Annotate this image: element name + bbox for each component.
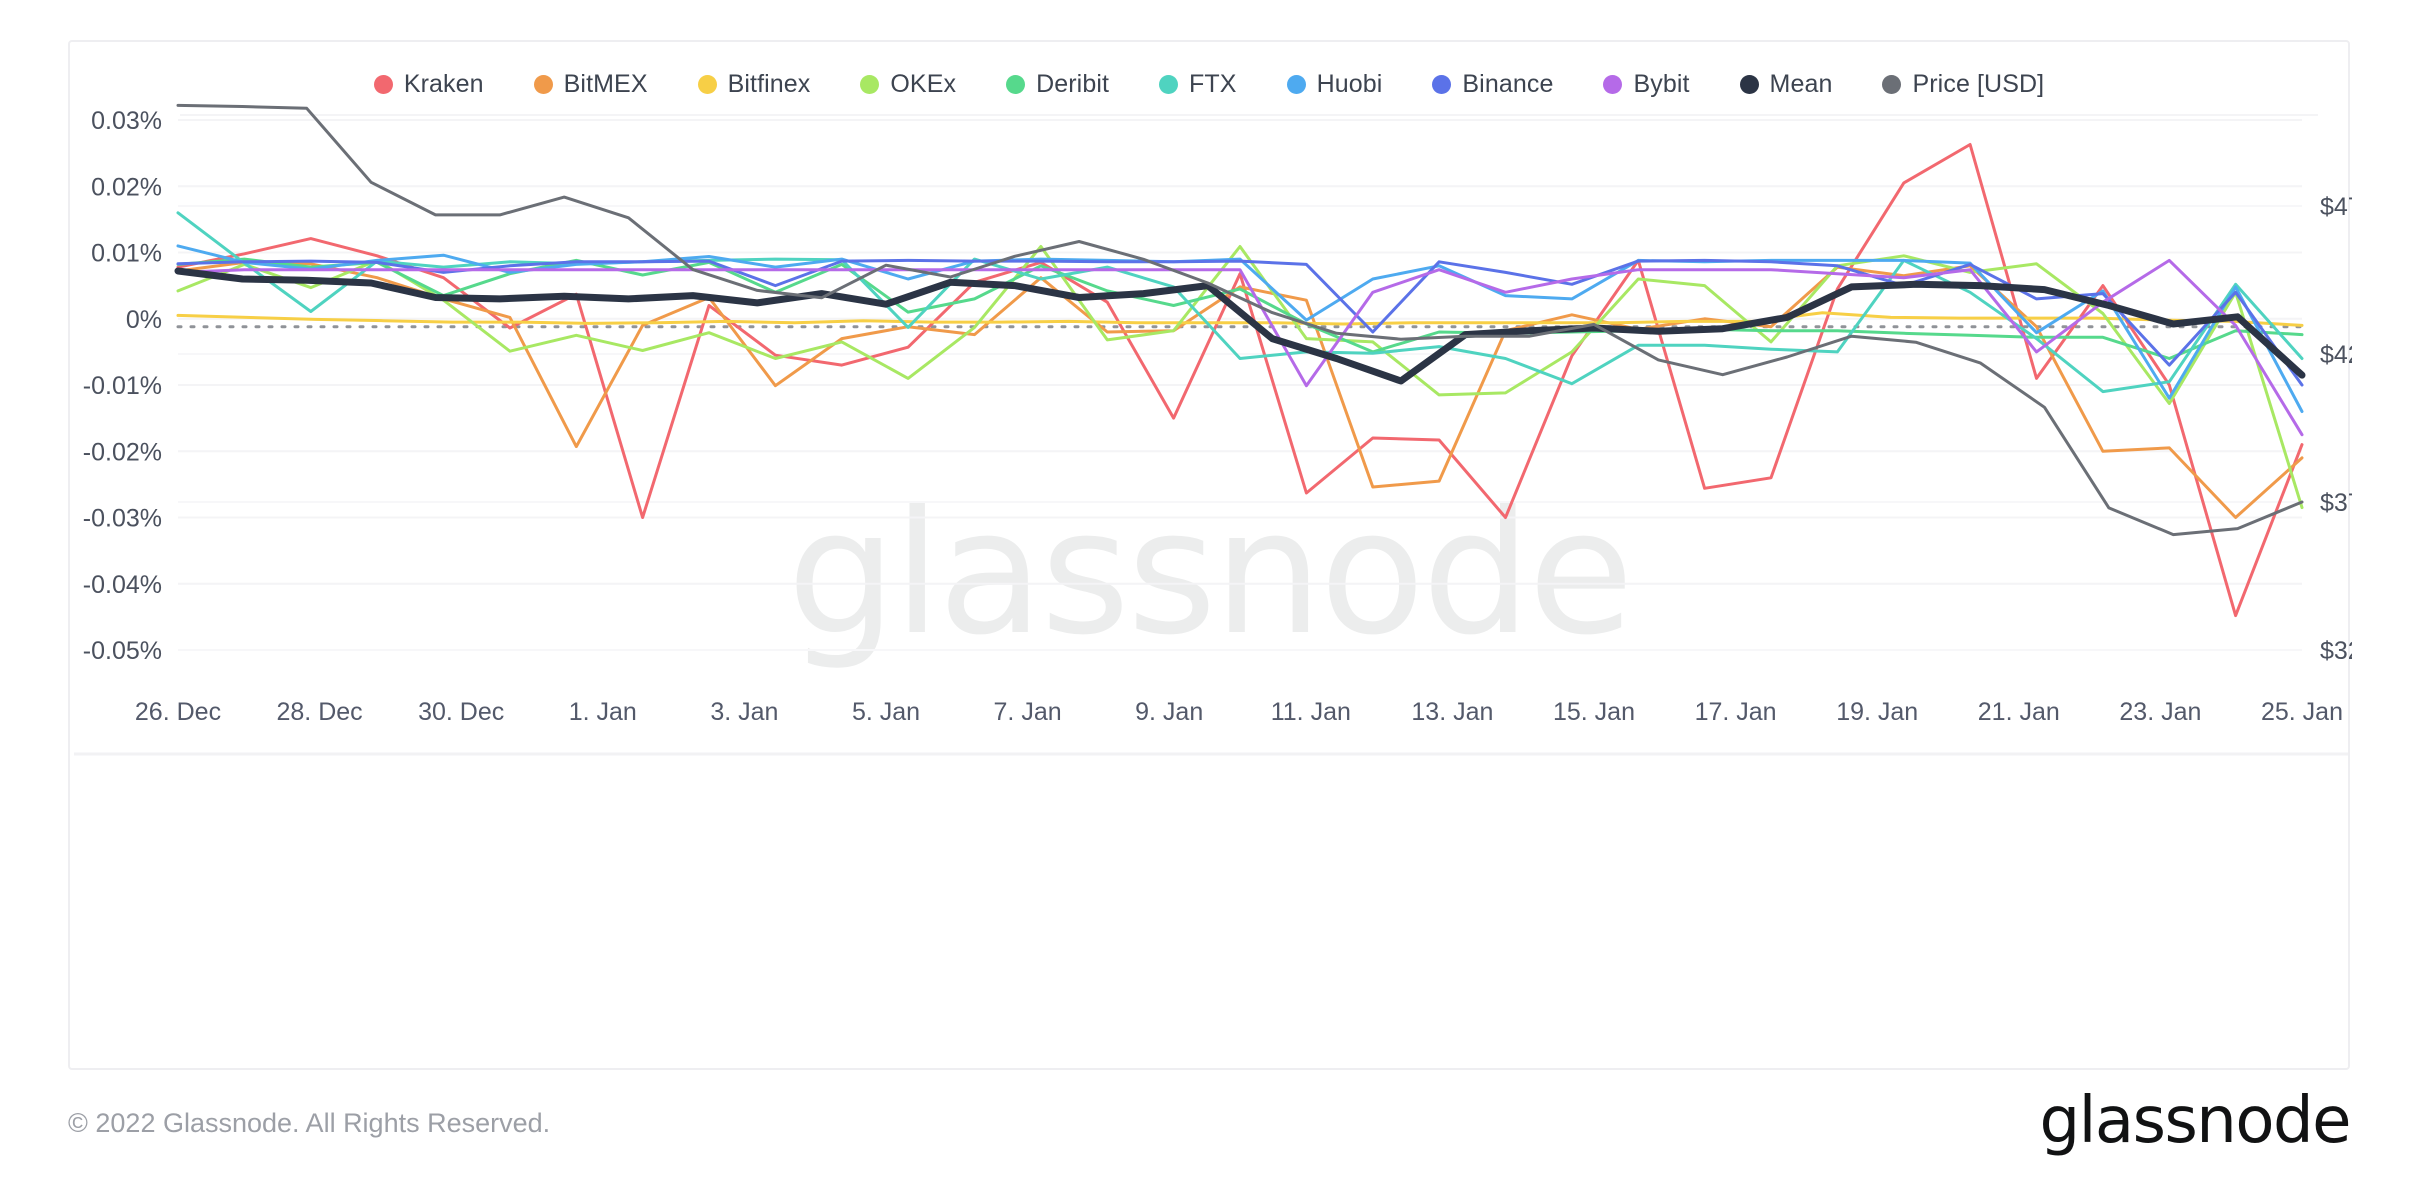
series-layer (174, 103, 2306, 618)
x-axis-tick-label: 26. Dec (135, 698, 221, 726)
x-axis-tick-label: 13. Jan (1411, 698, 1493, 726)
copyright-text: © 2022 Glassnode. All Rights Reserved. (68, 1108, 551, 1138)
y-axis-left-tick-label: -0.01% (83, 372, 162, 400)
y-axis-right-tick-label: $37.50k (2320, 489, 2352, 517)
y-axis-left-tick-label: 0.01% (91, 240, 162, 268)
x-axis-tick-label: 23. Jan (2119, 698, 2201, 726)
x-axis: 26. Dec 28. Dec 30. Dec 1. Jan 3. Jan 5. Jan 7… (135, 698, 2343, 726)
x-axis-tick-label: 5. Jan (852, 698, 920, 726)
y-axis-left: 0.03% 0.02% 0.01% 0% -0.01% -0.02% -0.03% -0.04… (83, 107, 162, 665)
x-axis-tick-label: 3. Jan (710, 698, 778, 726)
y-axis-left-tick-label: 0.02% (91, 173, 162, 201)
x-axis-tick-label: 7. Jan (994, 698, 1062, 726)
x-axis-tick-label: 11. Jan (1271, 698, 1351, 726)
chart-footer: © 2022 Glassnode. All Rights Reserved. g… (68, 1084, 2351, 1166)
x-axis-tick-label: 25. Jan (2261, 698, 2343, 726)
x-axis-tick-label: 17. Jan (1695, 698, 1777, 726)
y-axis-left-tick-label: -0.03% (83, 505, 162, 533)
x-axis-tick-label: 19. Jan (1836, 698, 1918, 726)
y-axis-right: $47.50k $42.50k $37.50k $32.50k (2320, 193, 2352, 665)
series-line-price-usd[interactable] (176, 103, 2304, 537)
chart-page: Kraken BitMEX Bitfinex OKEx Deribit FTX Huobi B… (0, 0, 2418, 1196)
x-axis-tick-label: 30. Dec (418, 698, 504, 726)
x-axis-tick-label: 28. Dec (277, 698, 363, 726)
y-axis-right-tick-label: $47.50k (2320, 193, 2352, 221)
x-axis-tick-label: 1. Jan (569, 698, 637, 726)
y-axis-left-tick-label: -0.04% (83, 571, 162, 599)
y-axis-right-tick-label: $32.50k (2320, 637, 2352, 665)
chart-card: Kraken BitMEX Bitfinex OKEx Deribit FTX Huobi B… (68, 40, 2352, 1070)
gridlines (178, 119, 2302, 651)
plot-area: glassnode 0.03% 0.02% 0.01% 0% -0.01% -0.02% -… (70, 42, 2352, 1068)
y-axis-left-tick-label: 0.03% (91, 107, 162, 135)
glassnode-logo: glassnode (2039, 1084, 2351, 1158)
chart-svg[interactable]: 0.03% 0.02% 0.01% 0% -0.01% -0.02% -0.03% -0.04… (70, 42, 2352, 1068)
x-axis-tick-label: 15. Jan (1553, 698, 1635, 726)
y-axis-left-tick-label: -0.05% (83, 637, 162, 665)
y-axis-left-tick-label: 0% (126, 306, 162, 334)
y-axis-left-tick-label: -0.02% (83, 438, 162, 466)
x-axis-tick-label: 9. Jan (1135, 698, 1203, 726)
x-axis-tick-label: 21. Jan (1978, 698, 2060, 726)
y-axis-right-tick-label: $42.50k (2320, 341, 2352, 369)
